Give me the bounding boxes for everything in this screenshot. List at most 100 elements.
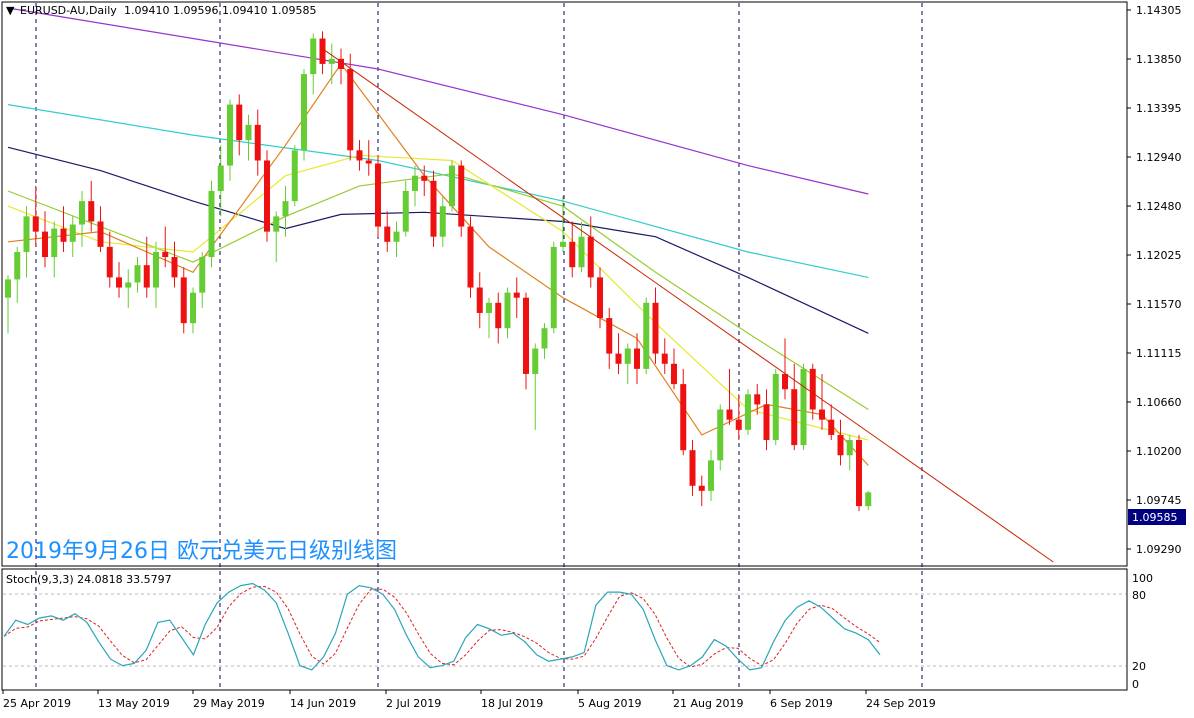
candle <box>264 150 270 242</box>
candle-body <box>578 236 585 268</box>
candle-body <box>846 440 853 456</box>
candle-body <box>143 265 150 288</box>
price-tick-label: 1.13850 <box>1136 53 1182 66</box>
candle-body <box>375 163 381 227</box>
candle-body <box>856 440 862 507</box>
candle-body <box>763 404 770 441</box>
candle-body <box>560 241 566 247</box>
candle-body <box>597 277 603 319</box>
candle-body <box>698 485 705 491</box>
candle <box>550 241 557 334</box>
candle-body <box>106 246 113 278</box>
candle-body <box>606 318 613 354</box>
stoch-label: Stoch(9,3,3) 24.0818 33.5797 <box>6 573 172 586</box>
candle-body <box>495 302 502 329</box>
candle-body <box>88 201 95 222</box>
candle-body <box>717 409 724 461</box>
candle-body <box>69 224 76 242</box>
candle-body <box>116 277 122 288</box>
candle-body <box>791 389 798 446</box>
candle-body <box>726 409 733 420</box>
candle <box>375 155 381 237</box>
candle-body <box>264 160 270 232</box>
ohlc-values: 1.09410 1.09596 1.09410 1.09585 <box>124 4 316 17</box>
candle <box>458 160 465 237</box>
price-tick-label: 1.11115 <box>1136 347 1182 360</box>
date-tick-label: 29 May 2019 <box>193 697 265 710</box>
candle-body <box>661 353 668 364</box>
date-tick-label: 21 Aug 2019 <box>673 697 743 710</box>
candle <box>745 389 751 435</box>
stoch-level-80: 80 <box>1132 589 1146 602</box>
candle <box>772 368 779 446</box>
symbol-title: EURUSD-AU,Daily <box>20 4 117 17</box>
candle-body <box>800 368 807 446</box>
header-menu-icon[interactable]: ▼ <box>6 4 15 17</box>
date-tick-label: 5 Aug 2019 <box>578 697 641 710</box>
candle-body <box>652 302 659 354</box>
candle-body <box>5 279 11 298</box>
candle-body <box>772 373 779 441</box>
candle-body <box>569 241 576 268</box>
candle-body <box>689 450 696 486</box>
candle-body <box>134 265 141 283</box>
stoch-level-100: 100 <box>1132 572 1153 585</box>
current-price-tag: 1.09585 <box>1128 509 1186 525</box>
candle-body <box>282 201 289 217</box>
candle-body <box>254 124 261 161</box>
candle-body <box>273 216 280 232</box>
candle-body <box>97 221 104 247</box>
candle-body <box>634 348 640 369</box>
candle-body <box>402 190 409 232</box>
candle-body <box>421 175 428 181</box>
candle-body <box>180 277 187 324</box>
candle <box>800 363 807 451</box>
candle-body <box>782 373 788 390</box>
candle-body <box>745 394 751 430</box>
candle-body <box>208 190 215 258</box>
candle-body <box>523 297 529 374</box>
chart-background <box>0 0 1194 718</box>
candle-body <box>458 165 465 227</box>
candle-body <box>643 302 650 369</box>
candle-body <box>60 228 67 242</box>
candle-body <box>217 165 224 191</box>
candle-body <box>615 353 622 364</box>
price-tick-label: 1.12480 <box>1136 200 1182 213</box>
candle <box>856 434 862 512</box>
candle <box>449 160 455 212</box>
date-tick-label: 2 Jul 2019 <box>386 697 441 710</box>
candle <box>430 170 437 247</box>
chart-svg[interactable]: ▼ EURUSD-AU,Daily 1.09410 1.09596 1.0941… <box>0 0 1194 718</box>
candle-body <box>42 231 48 258</box>
candle-body <box>819 409 825 420</box>
candle <box>301 68 307 161</box>
candle-body <box>162 251 169 258</box>
candle-body <box>245 124 252 141</box>
candle-body <box>291 150 298 202</box>
date-tick-label: 25 Apr 2019 <box>3 697 71 710</box>
candle-body <box>393 231 400 242</box>
candle-body <box>356 150 363 161</box>
candle-body <box>79 201 85 225</box>
price-tick-label: 1.11570 <box>1136 298 1182 311</box>
candle-body <box>236 104 243 141</box>
candle-body <box>171 257 178 278</box>
price-tick-label: 1.12940 <box>1136 151 1182 164</box>
price-tick-label: 1.09290 <box>1136 543 1182 556</box>
candle-body <box>412 175 418 191</box>
candle <box>643 297 650 374</box>
candle-body <box>513 292 520 298</box>
price-tick-label: 1.10660 <box>1136 396 1182 409</box>
stoch-level-20: 20 <box>1132 660 1146 673</box>
candle <box>467 216 474 298</box>
candle-body <box>430 180 437 237</box>
price-tick-label: 1.12025 <box>1136 249 1182 262</box>
candle-body <box>624 348 631 364</box>
candle-body <box>301 74 307 151</box>
candle-body <box>439 206 446 237</box>
candle-body <box>14 251 21 280</box>
candle-body <box>837 434 844 456</box>
candle-body <box>671 363 677 385</box>
price-tick-label: 1.10200 <box>1136 445 1182 458</box>
